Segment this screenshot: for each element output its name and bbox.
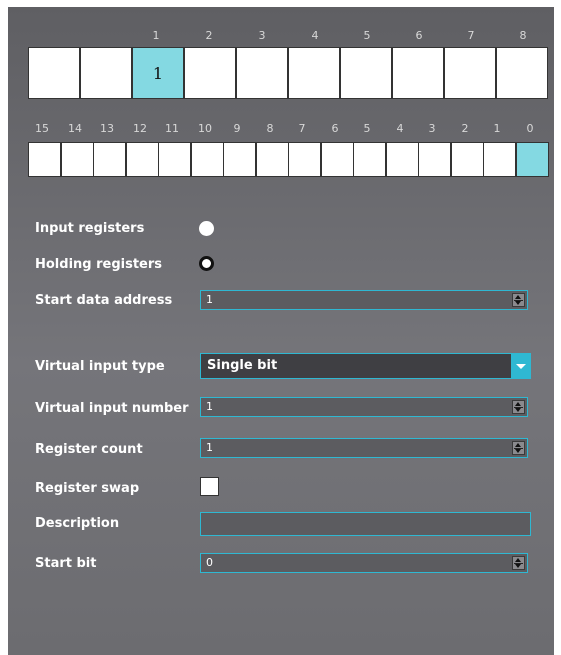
- bit-number-5: 5: [363, 122, 371, 135]
- register-cell[interactable]: [28, 47, 80, 99]
- register-number-8: 8: [519, 29, 527, 42]
- bit-cell-15[interactable]: [28, 142, 61, 177]
- bit-cell-11[interactable]: [158, 142, 191, 177]
- description-label: Description: [35, 516, 120, 531]
- input-registers-label: Input registers: [35, 221, 145, 236]
- bit-number-3: 3: [428, 122, 436, 135]
- virtual-input-number-value: 1: [206, 400, 213, 413]
- bit-cell-12[interactable]: [126, 142, 159, 177]
- bit-number-4: 4: [396, 122, 404, 135]
- register-count-value: 1: [206, 441, 213, 454]
- bit-cell-1[interactable]: [483, 142, 516, 177]
- register-cell[interactable]: [444, 47, 496, 99]
- bit-number-12: 12: [133, 122, 147, 135]
- bit-cell-5[interactable]: [353, 142, 386, 177]
- bit-number-8: 8: [266, 122, 274, 135]
- register-number-6: 6: [415, 29, 423, 42]
- register-cell[interactable]: [236, 47, 288, 99]
- bit-cell-6[interactable]: [321, 142, 354, 177]
- bit-number-7: 7: [298, 122, 306, 135]
- register-number-2: 2: [205, 29, 213, 42]
- input-registers-radio[interactable]: [199, 221, 214, 236]
- bit-number-2: 2: [461, 122, 469, 135]
- start-data-address-value: 1: [206, 293, 213, 306]
- register-cell[interactable]: [392, 47, 444, 99]
- start-bit-value: 0: [206, 556, 213, 569]
- register-cell-selected[interactable]: 1: [132, 47, 184, 99]
- virtual-input-type-label: Virtual input type: [35, 359, 165, 374]
- bit-number-9: 9: [233, 122, 241, 135]
- bit-cell-10[interactable]: [191, 142, 224, 177]
- bit-number-11: 11: [165, 122, 179, 135]
- register-cell[interactable]: [184, 47, 236, 99]
- virtual-input-number-label: Virtual input number: [35, 401, 189, 416]
- bit-number-1: 1: [493, 122, 501, 135]
- start-data-address-field[interactable]: 1: [200, 290, 528, 310]
- bit-cell-2[interactable]: [451, 142, 484, 177]
- holding-registers-radio[interactable]: [199, 256, 214, 271]
- bit-cell-0-selected[interactable]: [516, 142, 549, 177]
- virtual-input-number-spinner[interactable]: [512, 400, 525, 414]
- bit-number-14: 14: [68, 122, 82, 135]
- register-number-1: 1: [152, 29, 160, 42]
- bit-number-6: 6: [331, 122, 339, 135]
- bit-cell-9[interactable]: [223, 142, 256, 177]
- register-number-3: 3: [258, 29, 266, 42]
- virtual-input-type-select[interactable]: Single bit: [200, 353, 531, 379]
- start-bit-label: Start bit: [35, 556, 97, 571]
- bit-number-15: 15: [35, 122, 49, 135]
- bit-number-10: 10: [198, 122, 212, 135]
- bit-cell-7[interactable]: [288, 142, 321, 177]
- holding-registers-label: Holding registers: [35, 257, 163, 272]
- virtual-input-type-value: Single bit: [207, 358, 278, 373]
- register-cell[interactable]: [80, 47, 132, 99]
- start-data-address-label: Start data address: [35, 293, 173, 308]
- bit-number-13: 13: [100, 122, 114, 135]
- register-swap-label: Register swap: [35, 481, 140, 496]
- register-number-4: 4: [311, 29, 319, 42]
- register-count-field[interactable]: 1: [200, 438, 528, 458]
- register-cell[interactable]: [288, 47, 340, 99]
- bit-number-0: 0: [526, 122, 534, 135]
- virtual-input-number-field[interactable]: 1: [200, 397, 528, 417]
- start-bit-field[interactable]: 0: [200, 553, 528, 573]
- register-number-7: 7: [467, 29, 475, 42]
- bit-cell-3[interactable]: [418, 142, 451, 177]
- register-count-spinner[interactable]: [512, 441, 525, 455]
- start-data-address-spinner[interactable]: [512, 293, 525, 307]
- chevron-down-icon[interactable]: [511, 354, 530, 378]
- register-swap-checkbox[interactable]: [200, 477, 219, 496]
- bit-cell-14[interactable]: [61, 142, 94, 177]
- start-bit-spinner[interactable]: [512, 556, 525, 570]
- description-field[interactable]: [200, 512, 531, 536]
- register-cell[interactable]: [340, 47, 392, 99]
- bit-cell-4[interactable]: [386, 142, 419, 177]
- register-cell[interactable]: [496, 47, 548, 99]
- bit-cell-13[interactable]: [93, 142, 126, 177]
- bit-cell-8[interactable]: [256, 142, 289, 177]
- register-number-5: 5: [363, 29, 371, 42]
- register-count-label: Register count: [35, 442, 143, 457]
